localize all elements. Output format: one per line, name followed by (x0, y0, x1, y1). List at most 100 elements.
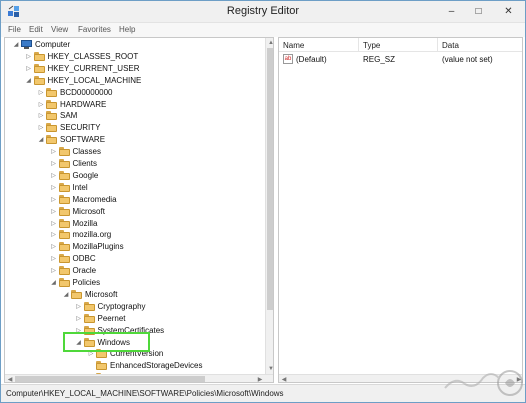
expand-arrow-icon[interactable]: ▷ (76, 315, 82, 323)
expand-arrow-icon[interactable]: ▷ (51, 220, 57, 228)
tree-item[interactable]: ▷ Macromedia (5, 194, 263, 206)
scrollbar-thumb[interactable] (267, 48, 273, 310)
menu-favorites[interactable]: Favorites (78, 25, 111, 34)
computer-icon (21, 40, 32, 49)
ab-string-icon: ab (283, 54, 293, 64)
tree-item[interactable]: ▷ SAM (5, 110, 263, 122)
expand-arrow-icon[interactable]: ▷ (51, 160, 57, 168)
folder-icon (96, 361, 107, 371)
tree-item-label: Computer (35, 40, 71, 49)
folder-icon (58, 147, 70, 157)
tree-item[interactable]: ▷ HKEY_CLASSES_ROOT (5, 51, 263, 63)
tree-item-label: MozillaPlugins (72, 242, 124, 252)
collapse-arrow-icon[interactable]: ◢ (13, 41, 19, 49)
collapse-arrow-icon[interactable]: ◢ (63, 291, 69, 299)
expand-arrow-icon[interactable]: ▷ (51, 148, 57, 156)
value-name: (Default) (296, 55, 327, 64)
expand-arrow-icon[interactable]: ▷ (51, 231, 57, 239)
tree-item[interactable]: ▷ ODBC (5, 253, 263, 265)
tree-item[interactable]: ▷ Classes (5, 146, 263, 158)
folder-icon (46, 99, 57, 109)
expand-arrow-icon[interactable]: ▷ (51, 184, 57, 192)
collapse-arrow-icon[interactable]: ◢ (38, 136, 44, 144)
folder-icon (33, 75, 45, 85)
tree-item[interactable]: ◢ Microsoft (5, 289, 263, 301)
close-button[interactable]: ✕ (492, 1, 525, 21)
scroll-down-icon[interactable]: ▼ (266, 364, 273, 374)
folder-icon (83, 301, 95, 311)
maximize-button[interactable]: □ (465, 1, 492, 21)
minimize-button[interactable]: – (438, 1, 465, 21)
scrollbar-thumb[interactable] (15, 376, 205, 382)
folder-icon (58, 218, 70, 228)
expand-arrow-icon[interactable]: ▷ (51, 267, 57, 275)
selection-highlight-box (63, 332, 150, 352)
tree-item-label: Intel (72, 182, 88, 192)
tree-item[interactable]: ▷ SECURITY (5, 122, 263, 134)
tree-item[interactable]: ▷ MozillaPlugins (5, 241, 263, 253)
expand-arrow-icon[interactable]: ▷ (38, 124, 44, 132)
expand-arrow-icon[interactable]: ▷ (51, 208, 57, 216)
menu-help[interactable]: Help (119, 25, 135, 34)
tree-horizontal-scrollbar[interactable]: ◀ ▶ (5, 374, 273, 382)
tree-item-label: EnhancedStorageDevices (110, 361, 203, 371)
tree-item[interactable]: ▷ mozilla.org (5, 229, 263, 241)
tree-item[interactable]: ▷ Clients (5, 158, 263, 170)
tree-item[interactable]: ◢ HKEY_LOCAL_MACHINE (5, 75, 263, 87)
folder-icon (33, 51, 45, 61)
status-path: Computer\HKEY_LOCAL_MACHINE\SOFTWARE\Pol… (6, 389, 284, 398)
column-header-name[interactable]: Name (279, 38, 359, 52)
folder-icon (58, 182, 70, 192)
tree-item-label: Policies (72, 278, 101, 287)
tree-item[interactable]: ▷ Google (5, 170, 263, 182)
scroll-right-icon[interactable]: ▶ (255, 375, 265, 382)
column-header-data[interactable]: Data (438, 38, 522, 52)
folder-icon (83, 313, 95, 323)
expand-arrow-icon[interactable]: ▷ (26, 65, 32, 73)
tree-item[interactable]: ▷ HKEY_CURRENT_USER (5, 63, 263, 75)
tree-item-label: HKEY_LOCAL_MACHINE (47, 75, 142, 85)
expand-arrow-icon[interactable]: ▷ (51, 255, 57, 263)
scroll-up-icon[interactable]: ▲ (266, 38, 273, 48)
folder-icon (58, 266, 70, 276)
folder-icon (58, 159, 70, 168)
collapse-arrow-icon[interactable]: ◢ (26, 77, 32, 85)
expand-arrow-icon[interactable]: ▷ (38, 112, 44, 120)
expand-arrow-icon[interactable]: ▷ (51, 196, 57, 204)
tree-item[interactable]: ◢ Policies (5, 277, 263, 289)
tree-item[interactable]: EnhancedStorageDevices (5, 360, 263, 372)
scroll-left-icon[interactable]: ◀ (279, 375, 289, 382)
folder-icon (46, 123, 57, 133)
tree-item-label: ODBC (72, 254, 96, 264)
expand-arrow-icon[interactable]: ▷ (38, 101, 44, 109)
tree-item-label: Mozilla (72, 218, 98, 228)
tree-item[interactable]: ◢ SOFTWARE (5, 134, 263, 146)
expand-arrow-icon[interactable]: ▷ (26, 53, 32, 61)
tree-item[interactable]: ▷ Microsoft (5, 206, 263, 218)
expand-arrow-icon[interactable]: ▷ (51, 243, 57, 251)
folder-icon (58, 230, 70, 240)
tree-item[interactable]: ▷ BCD00000000 (5, 87, 263, 99)
expand-arrow-icon[interactable]: ▷ (51, 172, 57, 180)
tree-item-label: SECURITY (60, 123, 101, 133)
tree-item[interactable]: ▷ HARDWARE (5, 99, 263, 111)
registry-values-panel[interactable]: Name Type Data ab (Default) REG_SZ (valu… (278, 37, 523, 383)
menu-file[interactable]: File (8, 25, 21, 34)
menu-edit[interactable]: Edit (29, 25, 43, 34)
tree-item[interactable]: ▷ Oracle (5, 265, 263, 277)
tree-item[interactable]: ▷ Cryptography (5, 301, 263, 313)
tree-item[interactable]: ▷ Peernet (5, 313, 263, 325)
tree-item-label: Clients (72, 159, 97, 168)
scroll-left-icon[interactable]: ◀ (5, 375, 15, 382)
folder-icon (58, 206, 70, 216)
tree-vertical-scrollbar[interactable]: ▲ ▼ (265, 38, 273, 374)
expand-arrow-icon[interactable]: ▷ (38, 89, 44, 97)
column-header-type[interactable]: Type (359, 38, 438, 52)
tree-item[interactable]: ◢ Computer (5, 39, 263, 51)
tree-item[interactable]: ▷ Intel (5, 182, 263, 194)
menu-view[interactable]: View (51, 25, 68, 34)
tree-item[interactable]: ▷ Mozilla (5, 218, 263, 230)
expand-arrow-icon[interactable]: ▷ (76, 303, 82, 311)
expand-arrow-icon (88, 362, 94, 370)
collapse-arrow-icon[interactable]: ◢ (51, 279, 57, 287)
